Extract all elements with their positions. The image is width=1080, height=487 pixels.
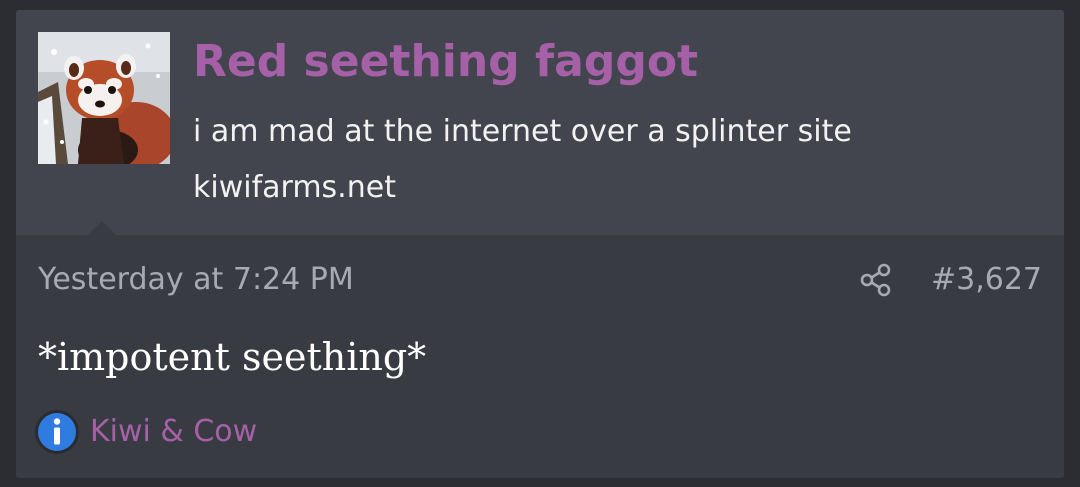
reaction-users-label[interactable]: Kiwi & Cow [90, 410, 257, 454]
header-pointer-arrow [88, 221, 116, 235]
username-link[interactable]: Red seething faggot [193, 34, 698, 90]
post-number-link[interactable]: #3,627 [931, 258, 1042, 302]
user-header: Red seething faggot i am mad at the inte… [16, 10, 1064, 235]
info-icon [35, 410, 79, 454]
user-extra: kiwifarms.net [193, 170, 396, 205]
post-date-link[interactable]: Yesterday at 7:24 PM [38, 258, 354, 302]
user-title: i am mad at the internet over a splinter… [193, 114, 852, 149]
post-body: *impotent seething* [38, 335, 427, 379]
reaction-summary[interactable]: Kiwi & Cow [34, 408, 257, 456]
avatar[interactable] [38, 32, 170, 164]
red-panda-avatar-image [38, 32, 170, 164]
share-icon[interactable] [859, 263, 893, 297]
post-card: Red seething faggot i am mad at the inte… [16, 10, 1064, 478]
